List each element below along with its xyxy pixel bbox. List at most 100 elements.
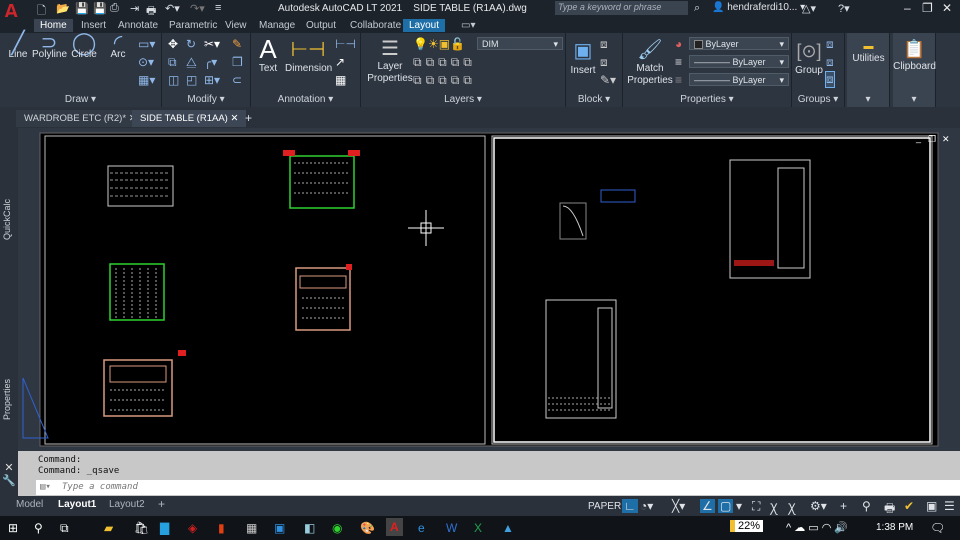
- properties-palette[interactable]: Properties: [2, 379, 12, 420]
- whatsapp-icon[interactable]: ◉: [332, 521, 342, 535]
- annotation-panel-label[interactable]: Annotation ▾: [251, 94, 360, 105]
- tab-manage[interactable]: Manage: [253, 19, 301, 32]
- groups-panel-label[interactable]: Groups ▾: [792, 94, 844, 105]
- paint-icon[interactable]: 🎨: [360, 521, 375, 535]
- tab-layout[interactable]: Layout: [403, 19, 446, 32]
- viewport-maximize-icon[interactable]: ❐: [928, 134, 936, 144]
- osnap-dropdown-icon[interactable]: ▾: [736, 499, 742, 513]
- annotation-scale-icon[interactable]: Ꭓ: [788, 499, 796, 516]
- object-snap-tracking-icon[interactable]: ∠: [700, 499, 715, 513]
- layer-tools-icons[interactable]: ⧉⧉⧉⧉⧉: [413, 55, 476, 70]
- fillet-icon[interactable]: ╭▾: [204, 55, 217, 69]
- tab-collaborate[interactable]: Collaborate: [344, 19, 407, 32]
- app-l-icon[interactable]: ▇: [160, 521, 169, 535]
- tab-model[interactable]: Model: [16, 499, 43, 510]
- tab-output[interactable]: Output: [300, 19, 342, 32]
- customization-menu-icon[interactable]: ☰: [944, 499, 955, 513]
- layer-state-icons[interactable]: 💡☀▣🔓: [413, 37, 465, 51]
- circle-button[interactable]: ◯ Circle: [70, 32, 98, 61]
- tab-view[interactable]: View: [219, 19, 253, 32]
- erase-icon[interactable]: ✎: [232, 37, 242, 51]
- calculator-icon[interactable]: ▦: [246, 521, 257, 535]
- new-tab-icon[interactable]: +: [245, 111, 252, 125]
- app-icon[interactable]: ▣: [274, 521, 285, 535]
- search-input[interactable]: Type a keyword or phrase: [555, 1, 688, 15]
- paper-space-button[interactable]: PAPER: [588, 501, 621, 512]
- offset-icon[interactable]: ⊂: [232, 73, 242, 87]
- publish-icon[interactable]: ⎙: [110, 2, 119, 15]
- group-edit-icon[interactable]: ⧈: [826, 55, 834, 70]
- copy-icon[interactable]: ⧉: [168, 55, 177, 70]
- annotation-monitor-icon[interactable]: +: [840, 499, 847, 513]
- photos-icon[interactable]: ▲: [502, 521, 514, 535]
- attribute-icon[interactable]: ✎▾: [600, 73, 616, 87]
- table-icon[interactable]: ▦: [335, 73, 346, 87]
- autodesk-app-icon[interactable]: △▾: [802, 2, 816, 15]
- battery-indicator[interactable]: 22%: [730, 520, 764, 532]
- minimize-icon[interactable]: –: [904, 1, 911, 15]
- customize-command-icon[interactable]: 🔧: [0, 474, 18, 487]
- color-dropdown[interactable]: ByLayer ▾: [689, 37, 789, 50]
- polar-icon[interactable]: ◔▾: [640, 499, 653, 513]
- help-icon[interactable]: ?▾: [838, 2, 850, 15]
- system-tray-icons[interactable]: ^ ☁ ▭ ◠ 🔊: [786, 521, 848, 534]
- isodraft-icon[interactable]: ╳▾: [672, 499, 685, 513]
- stretch-icon[interactable]: ◫: [168, 73, 179, 87]
- workspace-gear-icon[interactable]: ⚙▾: [810, 499, 827, 513]
- polyline-button[interactable]: ⊃ Polyline: [32, 33, 67, 61]
- close-icon[interactable]: ✕: [942, 1, 952, 15]
- modify-panel-label[interactable]: Modify ▾: [162, 94, 250, 105]
- redo-icon[interactable]: ↷▾: [190, 2, 205, 15]
- array-icon[interactable]: ⊞▾: [204, 73, 220, 87]
- file-explorer-icon[interactable]: ▰: [104, 521, 113, 535]
- undo-icon[interactable]: ↶▾: [165, 2, 180, 15]
- layer-dropdown[interactable]: DIM ▾: [477, 37, 563, 50]
- clock[interactable]: 1:38 PM: [876, 522, 913, 533]
- viewport-close-icon[interactable]: ✕: [942, 134, 950, 144]
- arc-button[interactable]: ◜ Arc: [104, 32, 132, 61]
- customize-icon[interactable]: ≡: [215, 2, 221, 14]
- restore-icon[interactable]: ❐: [922, 1, 933, 15]
- utilities-panel[interactable]: ▬ Utilities ▾: [847, 33, 890, 107]
- doc-tab-side-table[interactable]: SIDE TABLE (R1AA) ✕: [132, 110, 247, 127]
- linear-dim-icon[interactable]: ⊢⊣: [335, 37, 356, 51]
- match-properties-button[interactable]: 🖌 Match Properties: [625, 37, 675, 87]
- recent-commands-icon[interactable]: ▤▾: [40, 482, 51, 492]
- block-panel-label[interactable]: Block ▾: [566, 94, 622, 105]
- autocad-taskbar-icon[interactable]: A: [386, 518, 403, 536]
- notes-icon[interactable]: ◧: [304, 521, 315, 535]
- clipboard-panel[interactable]: 📋 Clipboard ▾: [893, 33, 936, 107]
- command-input[interactable]: ▤▾ Type a command: [36, 480, 960, 495]
- utilities-dropdown[interactable]: ▾: [847, 94, 889, 105]
- doc-tab-wardrobe[interactable]: WARDROBE ETC (R2)* ✕: [16, 110, 145, 127]
- scale-icon[interactable]: ◰: [186, 73, 197, 87]
- rectangle-icon[interactable]: ▭▾: [138, 37, 155, 51]
- task-view-icon[interactable]: ⧉: [60, 521, 69, 536]
- selection-cycling-icon[interactable]: ⛶: [752, 499, 760, 514]
- mcafee-icon[interactable]: ◈: [188, 521, 197, 535]
- office-icon[interactable]: ▮: [218, 521, 225, 535]
- save-icon[interactable]: 💾: [75, 2, 89, 15]
- notifications-icon[interactable]: 🗨: [930, 521, 945, 535]
- annotation-visibility-icon[interactable]: Ꭓ: [770, 499, 778, 516]
- close-tab-icon[interactable]: ✕: [230, 113, 238, 124]
- lineweight-dropdown[interactable]: ―――― ByLayer ▾: [689, 73, 789, 86]
- draw-panel-label[interactable]: Draw ▾: [0, 94, 161, 105]
- rotate-icon[interactable]: ↻: [186, 37, 196, 51]
- word-icon[interactable]: W: [446, 521, 457, 535]
- taskbar-search-icon[interactable]: ⚲: [34, 521, 43, 535]
- clean-screen-icon[interactable]: ▣: [926, 499, 937, 513]
- add-layout-icon[interactable]: +: [158, 497, 165, 511]
- search-icon[interactable]: ⌕: [694, 2, 700, 15]
- tab-parametric[interactable]: Parametric: [163, 19, 223, 32]
- tab-home[interactable]: Home: [34, 19, 73, 32]
- drawing-canvas[interactable]: _ ❐ ✕: [18, 128, 960, 451]
- snap-grid-icon[interactable]: ∟: [622, 499, 638, 513]
- close-command-icon[interactable]: ✕: [0, 461, 18, 474]
- ungroup-icon[interactable]: ⧈: [826, 37, 834, 52]
- edge-icon[interactable]: e: [418, 521, 425, 535]
- layer-tools-icons-2[interactable]: ⧉⧉⧉⧉⧉: [413, 73, 476, 88]
- user-menu[interactable]: 👤 hendraferdi10... ▾: [712, 2, 805, 13]
- edit-block-icon[interactable]: ⧈: [600, 55, 608, 70]
- open-icon[interactable]: 📂: [56, 2, 70, 15]
